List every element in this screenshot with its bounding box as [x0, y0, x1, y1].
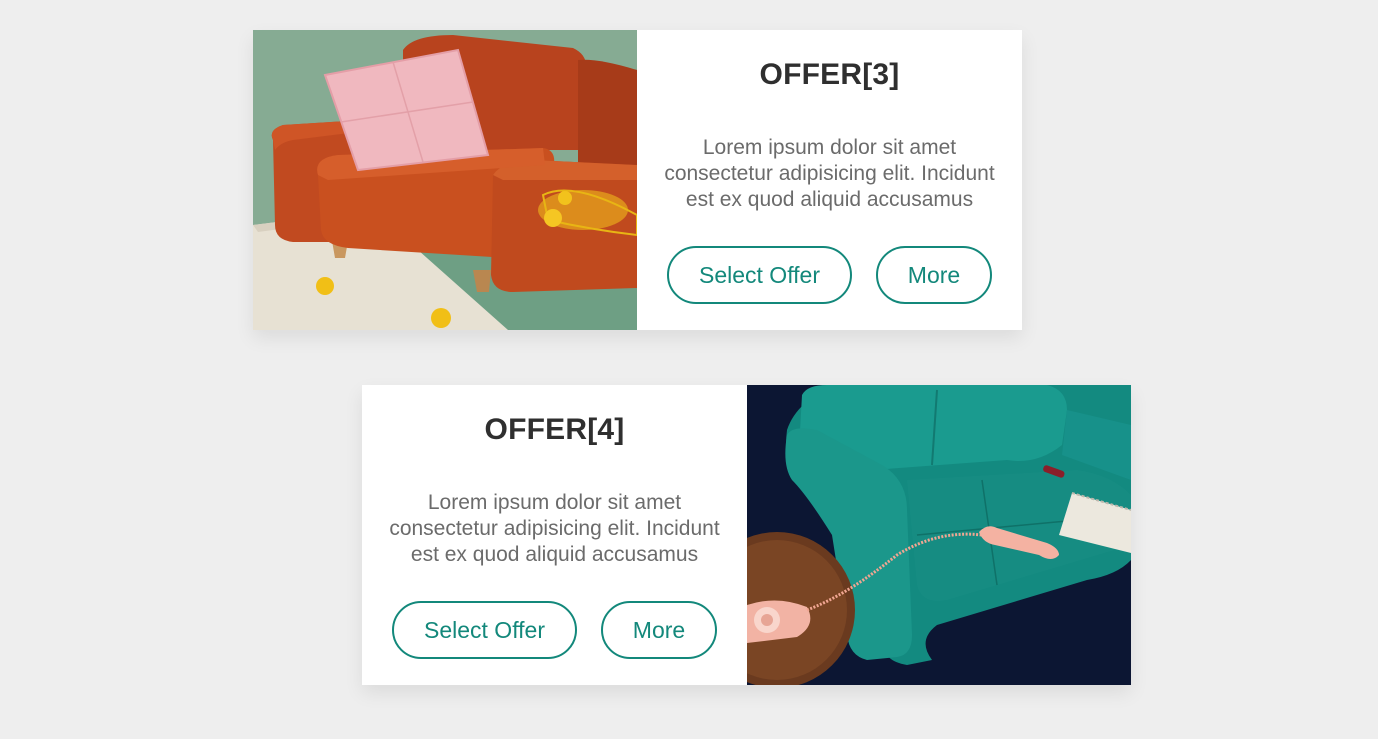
offer-image-orange-sofa — [253, 30, 637, 330]
offer-title: OFFER[4] — [484, 413, 625, 446]
more-button[interactable]: More — [601, 601, 717, 659]
offer-description: Lorem ipsum dolor sit amet consectetur a… — [664, 136, 995, 211]
orange-sofa-illustration — [253, 30, 637, 330]
offer-actions: Select Offer More — [362, 601, 747, 659]
select-offer-button[interactable]: Select Offer — [392, 601, 577, 659]
offer-card-4: OFFER[4] Lorem ipsum dolor sit amet cons… — [362, 385, 1131, 685]
offer-title: OFFER[3] — [759, 58, 900, 91]
select-offer-button[interactable]: Select Offer — [667, 246, 852, 304]
offer-card-3: OFFER[3] Lorem ipsum dolor sit amet cons… — [253, 30, 1022, 330]
offer-image-teal-sofa — [747, 385, 1131, 685]
offer-description: Lorem ipsum dolor sit amet consectetur a… — [389, 491, 720, 566]
offer-content: OFFER[3] Lorem ipsum dolor sit amet cons… — [637, 30, 1022, 330]
offer-actions: Select Offer More — [637, 246, 1022, 304]
offer-content: OFFER[4] Lorem ipsum dolor sit amet cons… — [362, 385, 747, 685]
more-button[interactable]: More — [876, 246, 992, 304]
teal-sofa-illustration — [747, 385, 1131, 685]
